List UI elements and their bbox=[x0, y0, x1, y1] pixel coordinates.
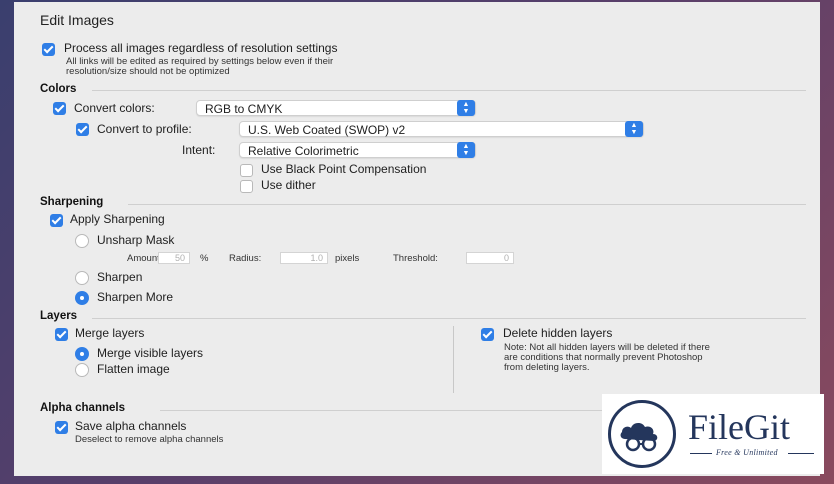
radius-label: Radius: bbox=[229, 253, 262, 264]
amount-field[interactable]: 50 bbox=[158, 252, 190, 264]
page-title: Edit Images bbox=[40, 12, 114, 28]
intent-select[interactable]: Relative Colorimetric ▲ ▼ bbox=[239, 142, 476, 158]
sharpening-section-title: Sharpening bbox=[40, 196, 104, 208]
intent-label: Intent: bbox=[182, 143, 216, 157]
intent-value: Relative Colorimetric bbox=[248, 144, 359, 158]
merge-layers-label: Merge layers bbox=[75, 326, 145, 340]
merge-layers-checkbox[interactable] bbox=[55, 328, 68, 341]
process-all-label: Process all images regardless of resolut… bbox=[64, 41, 338, 55]
sharpen-radio[interactable] bbox=[75, 271, 89, 285]
filegit-watermark: FileGit Free & Unlimited bbox=[602, 394, 824, 474]
sharpening-divider bbox=[128, 204, 806, 205]
colors-divider bbox=[92, 90, 806, 91]
black-point-label: Use Black Point Compensation bbox=[261, 162, 427, 176]
colors-section-title: Colors bbox=[40, 83, 77, 95]
convert-profile-checkbox[interactable] bbox=[76, 123, 89, 136]
convert-colors-label: Convert colors: bbox=[74, 101, 155, 115]
radius-field[interactable]: 1.0 bbox=[280, 252, 328, 264]
sharpen-more-radio[interactable] bbox=[75, 291, 89, 305]
layers-column-divider bbox=[453, 326, 454, 393]
apply-sharpening-checkbox[interactable] bbox=[50, 214, 63, 227]
delete-hidden-note-3: from deleting layers. bbox=[504, 362, 590, 373]
layers-divider bbox=[92, 318, 806, 319]
sharpen-label: Sharpen bbox=[97, 270, 143, 284]
delete-hidden-checkbox[interactable] bbox=[481, 328, 494, 341]
dither-label: Use dither bbox=[261, 178, 316, 192]
dither-checkbox[interactable] bbox=[240, 180, 253, 193]
save-alpha-checkbox[interactable] bbox=[55, 421, 68, 434]
unsharp-mask-radio[interactable] bbox=[75, 234, 89, 248]
save-alpha-note: Deselect to remove alpha channels bbox=[75, 434, 224, 445]
pixels-label: pixels bbox=[335, 253, 360, 264]
convert-colors-value: RGB to CMYK bbox=[205, 102, 283, 116]
watermark-tagline: Free & Unlimited bbox=[716, 448, 778, 457]
merge-visible-label: Merge visible layers bbox=[97, 346, 204, 360]
flatten-image-radio[interactable] bbox=[75, 363, 89, 377]
threshold-field[interactable]: 0 bbox=[466, 252, 514, 264]
convert-profile-select[interactable]: U.S. Web Coated (SWOP) v2 ▲ ▼ bbox=[239, 121, 644, 137]
watermark-line-right bbox=[788, 453, 814, 454]
convert-profile-label: Convert to profile: bbox=[97, 122, 192, 136]
percent-label: % bbox=[200, 253, 209, 264]
process-all-note-2: resolution/size should not be optimized bbox=[66, 66, 230, 77]
alpha-section-title: Alpha channels bbox=[40, 402, 125, 414]
filegit-logo-icon bbox=[608, 400, 676, 468]
sharpen-more-label: Sharpen More bbox=[97, 290, 174, 304]
black-point-checkbox[interactable] bbox=[240, 164, 253, 177]
delete-hidden-label: Delete hidden layers bbox=[503, 326, 613, 340]
convert-colors-select[interactable]: RGB to CMYK ▲ ▼ bbox=[196, 100, 476, 116]
flatten-image-label: Flatten image bbox=[97, 362, 170, 376]
convert-colors-checkbox[interactable] bbox=[53, 102, 66, 115]
unsharp-mask-label: Unsharp Mask bbox=[97, 233, 175, 247]
chevron-updown-icon: ▲ ▼ bbox=[457, 100, 475, 116]
chevron-updown-icon: ▲ ▼ bbox=[457, 142, 475, 158]
chevron-updown-icon: ▲ ▼ bbox=[625, 121, 643, 137]
threshold-label: Threshold: bbox=[393, 253, 438, 264]
merge-visible-radio[interactable] bbox=[75, 347, 89, 361]
apply-sharpening-label: Apply Sharpening bbox=[70, 212, 165, 226]
alpha-divider bbox=[160, 410, 604, 411]
save-alpha-label: Save alpha channels bbox=[75, 419, 187, 433]
watermark-line-left bbox=[690, 453, 712, 454]
watermark-name: FileGit bbox=[688, 407, 791, 447]
layers-section-title: Layers bbox=[40, 310, 78, 322]
convert-profile-value: U.S. Web Coated (SWOP) v2 bbox=[248, 123, 406, 137]
process-all-checkbox[interactable] bbox=[42, 43, 55, 56]
